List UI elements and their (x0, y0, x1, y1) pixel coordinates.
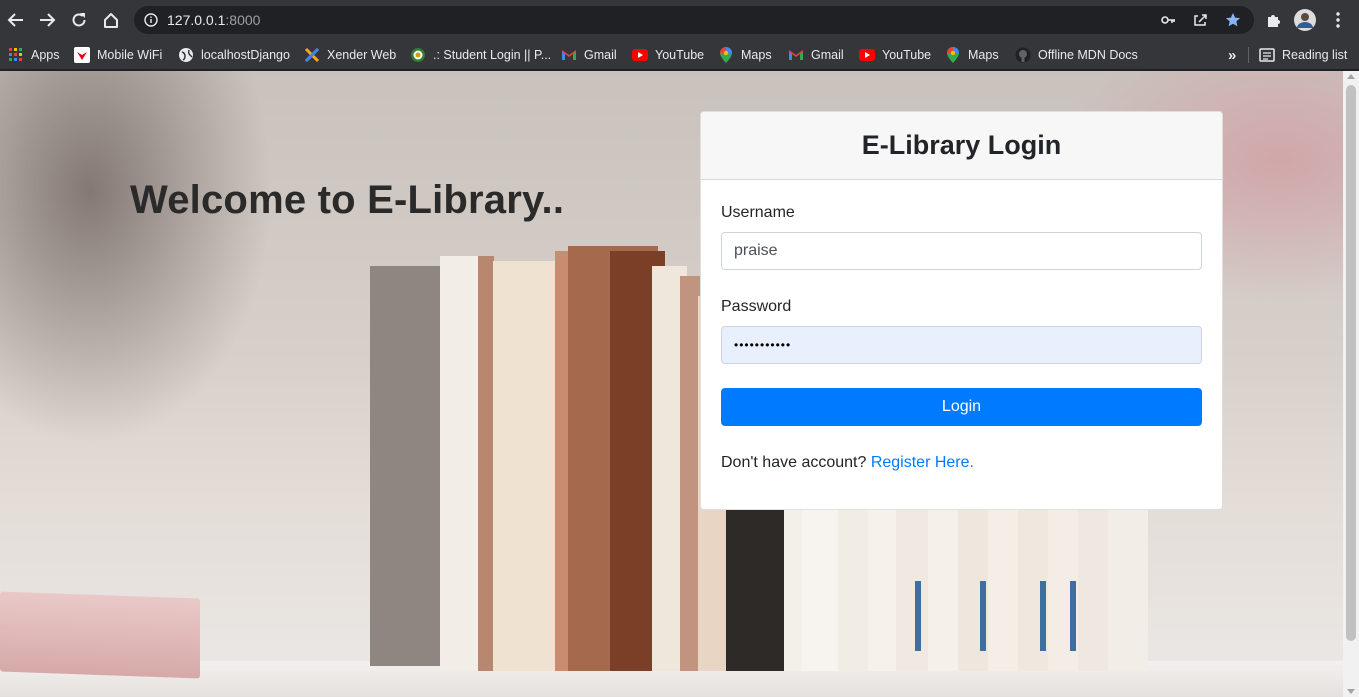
bookmark-star-icon[interactable] (1224, 11, 1242, 29)
address-bar[interactable]: 127.0.0.1:8000 (134, 6, 1254, 34)
reading-list-icon (1259, 47, 1275, 63)
bookmark-youtube-2[interactable]: YouTube (859, 44, 931, 66)
forward-icon[interactable] (35, 8, 59, 32)
register-prompt: Don't have account? (721, 454, 867, 471)
bookmark-student-login[interactable]: .: Student Login || P... (410, 44, 551, 66)
background-book (0, 591, 200, 679)
reading-list-button[interactable]: Reading list (1259, 44, 1347, 66)
page-scrollbar[interactable] (1343, 71, 1359, 697)
bookmark-label: Offline MDN Docs (1038, 48, 1138, 62)
login-card-header: E-Library Login (701, 112, 1222, 180)
maps-pin-icon (718, 47, 734, 63)
school-seal-icon (410, 47, 426, 63)
gmail-icon (788, 47, 804, 63)
url-host: 127.0.0.1 (167, 12, 226, 28)
bookmark-label: Maps (968, 48, 999, 62)
page-viewport: Welcome to E-Library.. E-Library Login U… (0, 71, 1343, 697)
url-text[interactable]: 127.0.0.1:8000 (167, 12, 260, 28)
site-info-icon[interactable] (142, 11, 160, 29)
apps-grid-icon (8, 47, 24, 63)
bookmark-xender-web[interactable]: Xender Web (304, 44, 396, 66)
globe-icon (178, 47, 194, 63)
password-input[interactable]: ••••••••••• (721, 326, 1202, 364)
bookmark-label: YouTube (655, 48, 705, 62)
bookmark-offline-mdn[interactable]: Offline MDN Docs (1015, 44, 1138, 66)
scroll-down-arrow-icon[interactable] (1347, 689, 1355, 694)
bookmarks-bar: Apps Mobile WiFi localhostDjango Xender … (0, 40, 1359, 70)
huawei-icon (74, 47, 90, 63)
reload-icon[interactable] (67, 8, 91, 32)
back-icon[interactable] (4, 8, 28, 32)
overflow-chevron-icon: » (1228, 46, 1237, 64)
bookmark-label: localhostDjango (201, 48, 290, 62)
username-label: Username (721, 204, 795, 221)
bookmark-localhost-django[interactable]: localhostDjango (178, 44, 290, 66)
key-icon[interactable] (1159, 11, 1177, 29)
welcome-heading: Welcome to E-Library.. (130, 178, 565, 222)
reading-list-label: Reading list (1282, 48, 1348, 62)
browser-toolbar: 127.0.0.1:8000 (0, 0, 1359, 40)
bookmark-maps-2[interactable]: Maps (945, 44, 999, 66)
bookmark-gmail-2[interactable]: Gmail (788, 44, 844, 66)
scroll-up-arrow-icon[interactable] (1347, 74, 1355, 79)
gmail-icon (561, 47, 577, 63)
bookmark-label: Gmail (811, 48, 844, 62)
share-icon[interactable] (1191, 11, 1209, 29)
bookmark-mobile-wifi[interactable]: Mobile WiFi (74, 44, 162, 66)
url-port: :8000 (225, 12, 261, 28)
login-card-title: E-Library Login (861, 130, 1062, 160)
bookmark-youtube-1[interactable]: YouTube (632, 44, 704, 66)
password-label: Password (721, 298, 792, 315)
home-icon[interactable] (99, 8, 123, 32)
browser-menu-icon[interactable] (1326, 8, 1350, 32)
bookmark-label: Mobile WiFi (97, 48, 163, 62)
login-button[interactable]: Login (721, 388, 1202, 426)
login-card: E-Library Login Username Password ••••••… (700, 111, 1223, 510)
maps-pin-icon (945, 47, 961, 63)
bookmark-label: Gmail (584, 48, 617, 62)
extensions-icon[interactable] (1261, 8, 1285, 32)
bookmark-label: .: Student Login || P... (433, 48, 552, 62)
youtube-icon (632, 47, 648, 63)
github-icon (1015, 47, 1031, 63)
bookmark-maps-1[interactable]: Maps (718, 44, 772, 66)
profile-avatar[interactable] (1293, 8, 1317, 32)
bookmark-label: Apps (31, 48, 60, 62)
bookmark-label: YouTube (882, 48, 932, 62)
register-prompt-line: Don't have account? Register Here. (721, 454, 974, 472)
scroll-thumb[interactable] (1346, 85, 1356, 641)
username-input[interactable] (721, 232, 1202, 270)
youtube-icon (859, 47, 875, 63)
bookmark-label: Maps (741, 48, 772, 62)
bookmarks-overflow-button[interactable]: » (1228, 44, 1236, 66)
bookmark-apps[interactable]: Apps (8, 44, 60, 66)
register-link[interactable]: Register Here. (871, 454, 974, 471)
bookmarks-divider (1248, 47, 1249, 63)
xender-icon (304, 47, 320, 63)
bookmark-label: Xender Web (327, 48, 397, 62)
bookmark-gmail-1[interactable]: Gmail (561, 44, 617, 66)
